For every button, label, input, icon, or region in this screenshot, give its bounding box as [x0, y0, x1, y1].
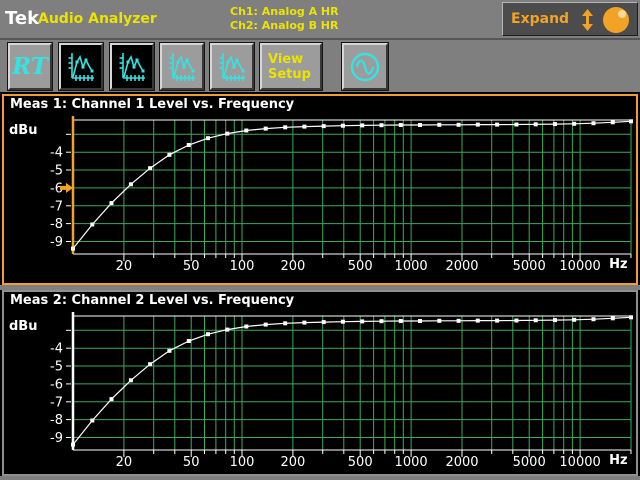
svg-text:10000: 10000: [559, 455, 600, 470]
up-down-arrow-icon: [581, 9, 594, 31]
svg-text:2000: 2000: [445, 259, 478, 274]
svg-text:5000: 5000: [513, 455, 546, 470]
svg-text:200: 200: [280, 259, 305, 274]
meas1-plot[interactable]: -4-5-6-7-8-9dBu2050100200500100020005000…: [4, 96, 636, 283]
audio-analyzer-screen: Tek Audio Analyzer Ch1: Analog A HR Ch2:…: [0, 0, 640, 480]
svg-text:1000: 1000: [395, 259, 428, 274]
view-setup-button[interactable]: View Setup: [260, 43, 322, 90]
svg-text:Hz: Hz: [609, 257, 627, 272]
ch1-status: Ch1: Analog A HR: [230, 5, 339, 19]
bottom-strip: [0, 476, 640, 480]
expand-label: Expand: [511, 11, 569, 27]
chart-icon: [116, 50, 148, 84]
svg-text:200: 200: [280, 455, 305, 470]
ch2-status: Ch2: Analog B HR: [230, 19, 339, 33]
svg-text:dBu: dBu: [9, 319, 37, 334]
view-layout-1-button[interactable]: [59, 43, 103, 90]
knob-highlight: [618, 10, 626, 18]
sine-wave-icon: [348, 50, 382, 84]
svg-text:100: 100: [230, 259, 255, 274]
svg-text:-4: -4: [50, 146, 63, 161]
svg-text:10000: 10000: [559, 259, 600, 274]
svg-text:-8: -8: [50, 217, 63, 232]
chart-icon: [65, 50, 97, 84]
view-layout-2-button[interactable]: [110, 43, 154, 90]
channel-status: Ch1: Analog A HR Ch2: Analog B HR: [230, 5, 339, 33]
svg-text:5000: 5000: [513, 259, 546, 274]
svg-text:-7: -7: [50, 395, 63, 410]
svg-text:-5: -5: [50, 164, 63, 179]
meas1-panel[interactable]: Meas 1: Channel 1 Level vs. Frequency -4…: [2, 94, 638, 285]
view-setup-label: View Setup: [268, 52, 320, 82]
svg-text:50: 50: [183, 455, 200, 470]
app-title: Audio Analyzer: [38, 11, 157, 27]
meas2-plot[interactable]: -4 -5 -6 -7 -8 -9 dBu 20 50 100 200 500 1000 2000 5000…: [4, 292, 636, 474]
panel-separator: [0, 285, 640, 290]
chart-icon: [216, 50, 248, 84]
svg-text:100: 100: [230, 455, 255, 470]
svg-text:1000: 1000: [395, 455, 428, 470]
svg-text:500: 500: [348, 259, 373, 274]
svg-text:-7: -7: [50, 199, 63, 214]
knob-icon[interactable]: [603, 7, 629, 33]
rt-button[interactable]: RT: [8, 43, 52, 90]
title-bar: Tek Audio Analyzer Ch1: Analog A HR Ch2:…: [0, 0, 640, 40]
svg-text:500: 500: [348, 455, 373, 470]
generator-button[interactable]: [342, 43, 388, 90]
svg-text:-8: -8: [50, 413, 63, 428]
svg-text:50: 50: [183, 259, 200, 274]
toolbar: RT: [0, 40, 640, 92]
svg-text:-4: -4: [50, 342, 63, 357]
view-layout-3-button[interactable]: [160, 43, 204, 90]
rt-label: RT: [12, 53, 48, 80]
svg-text:-6: -6: [50, 377, 63, 392]
svg-text:Hz: Hz: [609, 453, 627, 468]
svg-text:2000: 2000: [445, 455, 478, 470]
meas2-panel[interactable]: Meas 2: Channel 2 Level vs. Frequency -4…: [2, 290, 638, 476]
view-layout-4-button[interactable]: [210, 43, 254, 90]
svg-text:-9: -9: [50, 431, 63, 446]
svg-text:20: 20: [116, 259, 133, 274]
tek-logo: Tek: [5, 8, 39, 29]
svg-text:-5: -5: [50, 360, 63, 375]
svg-text:dBu: dBu: [9, 123, 37, 138]
svg-text:-9: -9: [50, 235, 63, 250]
svg-text:20: 20: [116, 455, 133, 470]
chart-icon: [166, 50, 198, 84]
expand-control[interactable]: Expand: [502, 2, 638, 36]
